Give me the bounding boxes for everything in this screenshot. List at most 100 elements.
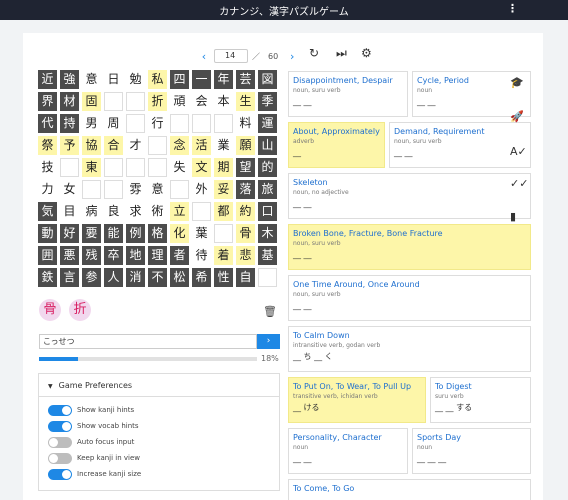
kanji-tile[interactable]: 技	[38, 158, 57, 177]
kanji-tile[interactable]: 東	[82, 158, 101, 177]
kanji-tile[interactable]: 格	[148, 224, 167, 243]
kanji-tile[interactable]: 折	[148, 92, 167, 111]
kanji-tile[interactable]: 気	[38, 202, 57, 221]
kanji-tile[interactable]: 意	[82, 70, 101, 89]
vocab-card[interactable]: Disappointment, Despair noun, suru verb __…	[288, 71, 408, 117]
empty-cell[interactable]	[214, 114, 233, 133]
kanji-tile[interactable]: 骨	[236, 224, 255, 243]
kanji-tile[interactable]: 日	[104, 70, 123, 89]
kanji-tile[interactable]: 的	[258, 158, 277, 177]
vocab-card[interactable]: About, Approximately adverb __	[288, 122, 385, 168]
kanji-tile[interactable]: 落	[236, 180, 255, 199]
trash-icon[interactable]: 🗑	[263, 305, 277, 318]
answer-input[interactable]: こっせつ	[39, 334, 257, 349]
preference-toggle[interactable]: Keep kanji in view	[48, 452, 140, 464]
kanji-tile[interactable]: 囲	[38, 246, 57, 265]
preference-toggle[interactable]: Auto focus input	[48, 436, 134, 448]
kanji-tile[interactable]: 希	[192, 268, 211, 287]
kanji-tile[interactable]: 不	[148, 268, 167, 287]
kanji-tile[interactable]: 意	[148, 180, 167, 199]
kanji-tile[interactable]: 近	[38, 70, 57, 89]
kanji-tile[interactable]: 理	[148, 246, 167, 265]
kanji-tile[interactable]: 合	[104, 136, 123, 155]
kanji-tile[interactable]: 卒	[104, 246, 123, 265]
kanji-tile[interactable]: 人	[104, 268, 123, 287]
toggle-switch[interactable]	[48, 420, 72, 432]
kanji-tile[interactable]: 木	[258, 224, 277, 243]
kanji-tile[interactable]: 本	[214, 92, 233, 111]
kanji-tile[interactable]: 活	[192, 136, 211, 155]
kanji-tile[interactable]: 山	[258, 136, 277, 155]
empty-cell[interactable]	[214, 224, 233, 243]
kanji-tile[interactable]: 待	[192, 246, 211, 265]
empty-cell[interactable]	[170, 180, 189, 199]
toggle-switch[interactable]	[48, 468, 72, 480]
toggle-switch[interactable]	[48, 452, 72, 464]
vocab-card[interactable]: Personality, Character noun __ __	[288, 428, 408, 474]
kanji-tile[interactable]: 良	[104, 202, 123, 221]
rocket-icon[interactable]: 🚀	[510, 110, 524, 123]
kanji-tile[interactable]: 葉	[192, 224, 211, 243]
empty-cell[interactable]	[104, 92, 123, 111]
tools-icon[interactable]: ⚙	[361, 46, 372, 60]
kanji-tile[interactable]: 好	[60, 224, 79, 243]
selected-kanji-1[interactable]: 骨	[39, 299, 61, 321]
kanji-tile[interactable]: 悲	[236, 246, 255, 265]
kanji-tile[interactable]: 文	[192, 158, 211, 177]
empty-cell[interactable]	[126, 114, 145, 133]
kanji-tile[interactable]: 協	[82, 136, 101, 155]
kanji-tile[interactable]: 行	[148, 114, 167, 133]
empty-cell[interactable]	[258, 268, 277, 287]
next-page-button[interactable]: ›	[286, 50, 298, 63]
kebab-icon[interactable]: ⋮	[507, 2, 518, 15]
kanji-tile[interactable]: 例	[126, 224, 145, 243]
kanji-tile[interactable]: 求	[126, 202, 145, 221]
kanji-tile[interactable]: 要	[82, 224, 101, 243]
kanji-tile[interactable]: 代	[38, 114, 57, 133]
kanji-tile[interactable]: 勉	[126, 70, 145, 89]
vocab-card[interactable]: One Time Around, Once Around noun, suru v…	[288, 275, 531, 321]
kanji-tile[interactable]: 力	[38, 180, 57, 199]
kanji-tile[interactable]: 参	[82, 268, 101, 287]
page-input[interactable]: 14	[214, 49, 248, 63]
kanji-tile[interactable]: 約	[236, 202, 255, 221]
kanji-tile[interactable]: 図	[258, 70, 277, 89]
kanji-tile[interactable]: 持	[60, 114, 79, 133]
empty-cell[interactable]	[60, 158, 79, 177]
kanji-tile[interactable]: 化	[170, 224, 189, 243]
empty-cell[interactable]	[104, 180, 123, 199]
vocab-card[interactable]: Skeleton noun, no adjective __ __	[288, 173, 531, 219]
kanji-tile[interactable]: 年	[214, 70, 233, 89]
kanji-tile[interactable]: 消	[126, 268, 145, 287]
kanji-tile[interactable]: 予	[60, 136, 79, 155]
kanji-tile[interactable]: 雰	[126, 180, 145, 199]
kanji-tile[interactable]: 地	[126, 246, 145, 265]
vocab-card[interactable]: To Digest suru verb __ __ する	[430, 377, 531, 423]
vocab-card[interactable]: Broken Bone, Fracture, Bone Fracture noun…	[288, 224, 531, 270]
empty-cell[interactable]	[82, 180, 101, 199]
vocab-card[interactable]: To Come, To Go	[288, 479, 531, 500]
empty-cell[interactable]	[148, 136, 167, 155]
empty-cell[interactable]	[192, 202, 211, 221]
kanji-tile[interactable]: 祭	[38, 136, 57, 155]
kanji-tile[interactable]: 望	[236, 158, 255, 177]
empty-cell[interactable]	[126, 92, 145, 111]
kanji-tile[interactable]: 鉄	[38, 268, 57, 287]
kanji-tile[interactable]: 一	[192, 70, 211, 89]
restart-icon[interactable]: ↻	[309, 46, 319, 60]
empty-cell[interactable]	[126, 158, 145, 177]
kanji-tile[interactable]: 病	[82, 202, 101, 221]
kanji-tile[interactable]: 旅	[258, 180, 277, 199]
kanji-tile[interactable]: 者	[170, 246, 189, 265]
kanji-tile[interactable]: 自	[236, 268, 255, 287]
kanji-tile[interactable]: 松	[170, 268, 189, 287]
kanji-tile[interactable]: 頑	[170, 92, 189, 111]
empty-cell[interactable]	[104, 158, 123, 177]
kanji-tile[interactable]: 料	[236, 114, 255, 133]
kanji-tile[interactable]: 四	[170, 70, 189, 89]
kanji-tile[interactable]: 会	[192, 92, 211, 111]
graduation-cap-icon[interactable]: 🎓	[510, 76, 524, 89]
double-check-icon[interactable]: ✓✓	[510, 177, 528, 190]
toggle-switch[interactable]	[48, 436, 72, 448]
empty-cell[interactable]	[192, 114, 211, 133]
